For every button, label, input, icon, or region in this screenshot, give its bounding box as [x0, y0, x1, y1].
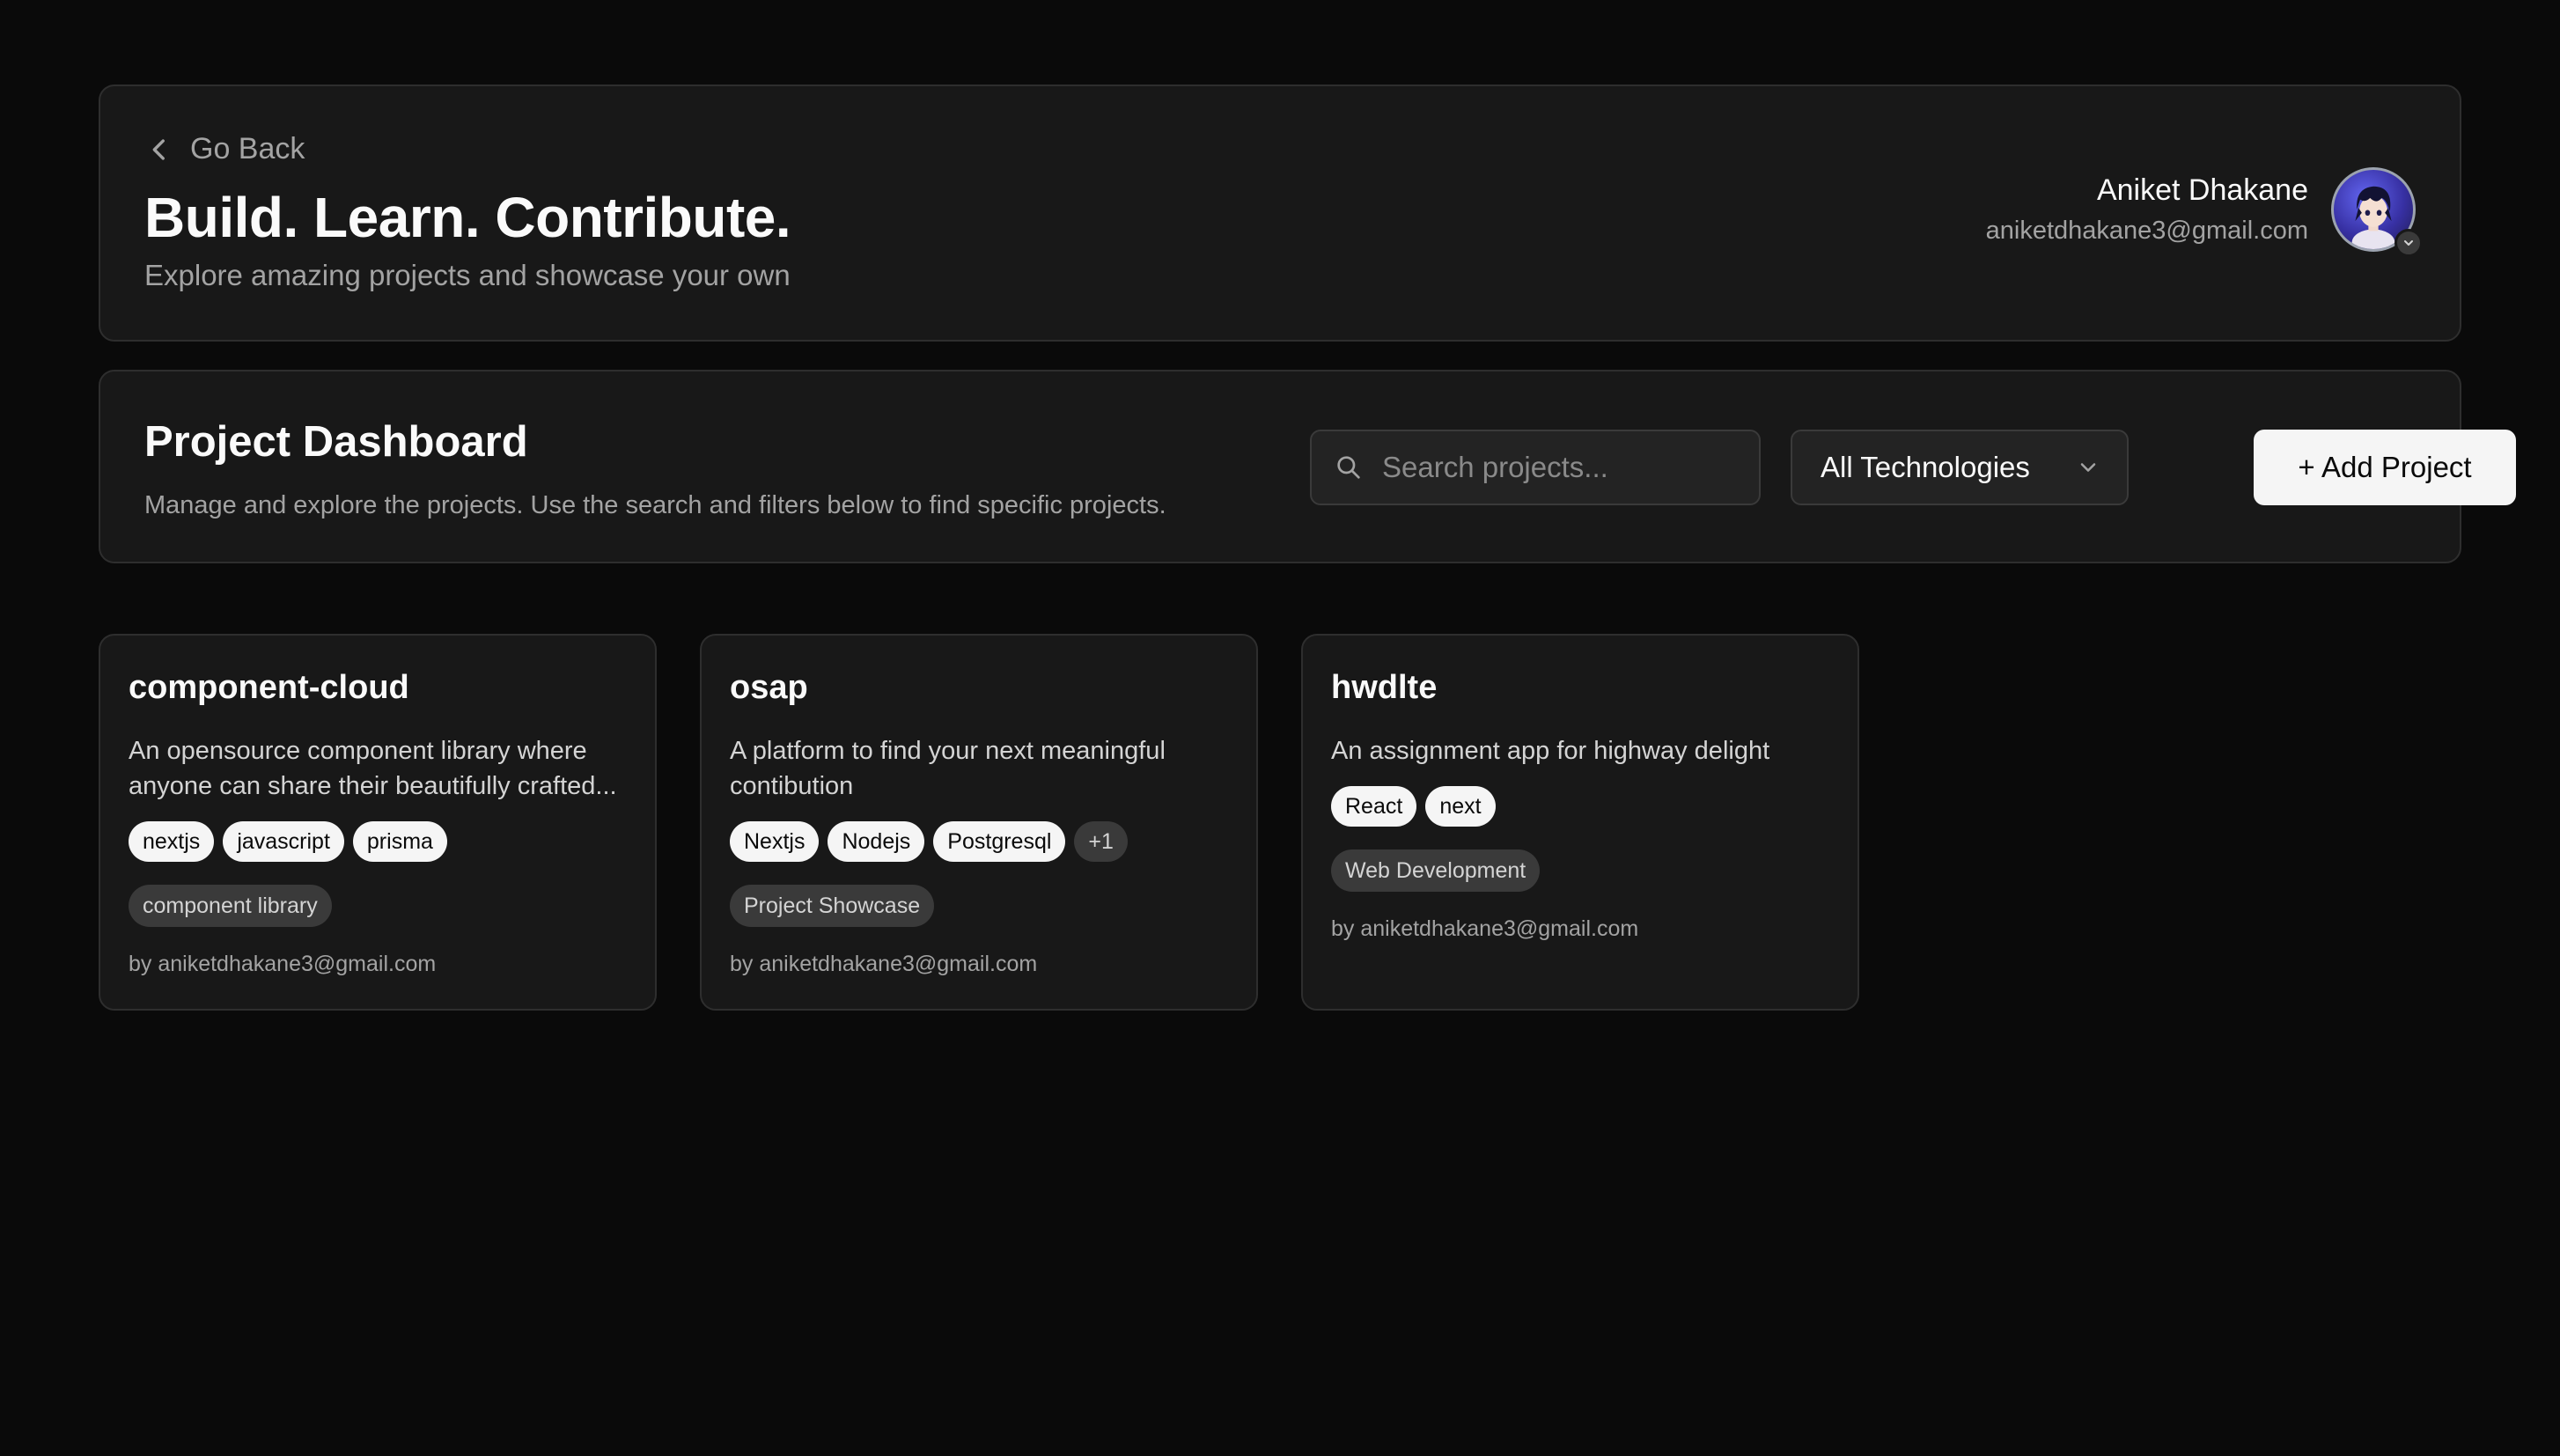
avatar-menu-trigger[interactable]: [2331, 167, 2423, 257]
technology-filter-value: All Technologies: [1821, 451, 2030, 483]
go-back-link[interactable]: Go Back: [144, 132, 305, 166]
dashboard-subtitle: Manage and explore the projects. Use the…: [144, 491, 1166, 519]
project-card[interactable]: hwdlte An assignment app for highway del…: [1301, 634, 1859, 1011]
category-badge: Web Development: [1331, 849, 1541, 892]
search-input[interactable]: [1382, 451, 1734, 484]
tech-tag: prisma: [352, 821, 447, 862]
tech-tag: React: [1331, 786, 1417, 827]
tech-tags: React next: [1331, 786, 1829, 827]
tech-tag: nextjs: [129, 821, 215, 862]
project-title: osap: [730, 669, 808, 706]
go-back-label: Go Back: [190, 132, 305, 165]
dashboard-toolbar: Project Dashboard Manage and explore the…: [99, 370, 2516, 563]
dashboard-title: Project Dashboard: [144, 418, 528, 466]
tech-tag: Postgresql: [933, 821, 1066, 862]
chevron-left-icon: [152, 138, 165, 160]
project-card[interactable]: component-cloud An opensource component …: [99, 634, 657, 1011]
project-card[interactable]: osap A platform to find your next meanin…: [700, 634, 1258, 1011]
page-title: Build. Learn. Contribute.: [144, 186, 791, 249]
project-author: by aniketdhakane3@gmail.com: [730, 952, 1038, 976]
user-profile: Aniket Dhakane aniketdhakane3@gmail.com: [1985, 167, 2423, 257]
search-box[interactable]: [1310, 430, 1761, 505]
tech-tags: nextjs javascript prisma: [129, 821, 627, 862]
tech-tags: Nextjs Nodejs Postgresql +1: [730, 821, 1228, 862]
technology-filter-select[interactable]: All Technologies: [1791, 430, 2129, 505]
add-project-button[interactable]: + Add Project: [2254, 430, 2516, 505]
category-badge: Project Showcase: [730, 885, 935, 927]
project-title: component-cloud: [129, 669, 409, 706]
more-tags-badge: +1: [1074, 821, 1128, 862]
tech-tag: next: [1425, 786, 1496, 827]
project-description: A platform to find your next meaningful …: [730, 737, 1166, 800]
project-description: An opensource component library where an…: [129, 737, 617, 800]
user-email: aniketdhakane3@gmail.com: [1985, 217, 2308, 245]
chevron-down-icon: [2394, 229, 2423, 257]
chevron-down-icon: [2080, 463, 2096, 472]
project-title: hwdlte: [1331, 669, 1438, 706]
project-author: by aniketdhakane3@gmail.com: [129, 952, 437, 976]
search-icon: [1337, 456, 1360, 479]
tech-tag: Nextjs: [730, 821, 820, 862]
tech-tag: Nodejs: [828, 821, 925, 862]
page-subtitle: Explore amazing projects and showcase yo…: [144, 259, 791, 291]
project-author: by aniketdhakane3@gmail.com: [1331, 916, 1639, 941]
tech-tag: javascript: [223, 821, 344, 862]
project-description: An assignment app for highway delight: [1331, 737, 1770, 765]
user-name: Aniket Dhakane: [2096, 173, 2308, 207]
category-badge: component library: [129, 885, 332, 927]
header-panel: Go Back Build. Learn. Contribute. Explor…: [99, 85, 2461, 342]
